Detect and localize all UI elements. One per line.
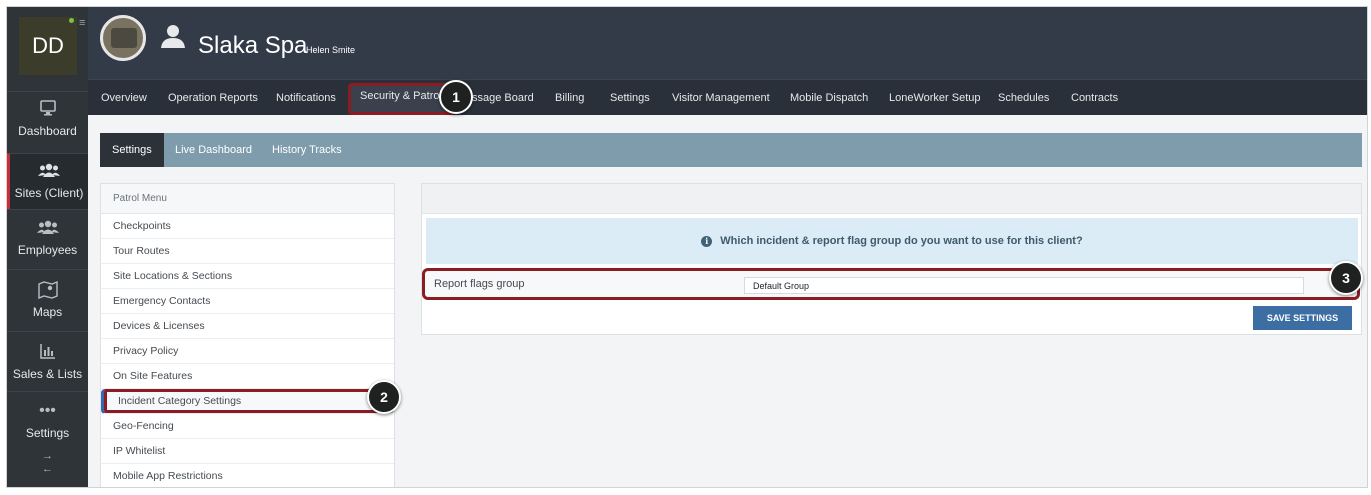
group-icon [10,162,88,180]
map-pin-icon [7,280,88,300]
app-window: DD ≡ Dashboard Sites (Client) Employees [6,6,1368,488]
monitor-icon [7,100,88,118]
subtab-live-dashboard[interactable]: Live Dashboard [163,133,264,167]
tab-security-patrol[interactable]: Security & Patrol [348,83,454,115]
sidebar-item-employees[interactable]: Employees [7,209,88,269]
info-icon: i [701,236,713,247]
callout-badge-3: 3 [1329,261,1363,295]
subtab-settings[interactable]: Settings [100,133,164,167]
save-settings-button[interactable]: SAVE SETTINGS [1253,306,1352,330]
tab-notifications[interactable]: Notifications [276,80,336,116]
subtab-history-tracks[interactable]: History Tracks [260,133,354,167]
sidebar-item-label: Maps [32,305,63,319]
tab-schedules[interactable]: Schedules [998,80,1049,116]
tab-loneworker-setup[interactable]: LoneWorker Setup [889,80,981,116]
sidebar-item-maps[interactable]: Maps [7,269,88,331]
sidebar: DD ≡ Dashboard Sites (Client) Employees [7,7,88,487]
collapse-sidebar-toggle[interactable]: → ← [7,450,88,476]
tab-contracts[interactable]: Contracts [1071,80,1118,116]
sidebar-item-label: Dashboard [18,124,77,138]
user-icon [160,23,186,49]
sidebar-item-label: Sites (Client) [14,186,84,200]
bar-chart-icon [7,343,88,361]
settings-panel: i Which incident & report flag group do y… [421,183,1362,335]
patrol-item-incident-category-settings[interactable]: Incident Category Settings [101,389,394,414]
patrol-item-site-locations[interactable]: Site Locations & Sections [101,264,394,289]
dots-icon: ••• [39,402,56,419]
tab-billing[interactable]: Billing [555,80,584,116]
patrol-menu-title: Patrol Menu [101,184,394,214]
patrol-menu: Patrol Menu Checkpoints Tour Routes Site… [100,183,395,487]
info-message: Which incident & report flag group do yo… [720,235,1083,247]
group-icon [7,219,88,237]
online-status-dot [69,18,74,23]
header: Slaka Spa Helen Smite [88,7,1367,79]
patrol-item-emergency-contacts[interactable]: Emergency Contacts [101,289,394,314]
tab-operation-reports[interactable]: Operation Reports [168,80,258,116]
arrow-right-icon: → [42,450,53,462]
tab-visitor-management[interactable]: Visitor Management [672,80,770,116]
tab-bar: Overview Operation Reports Notifications… [88,79,1367,116]
site-avatar[interactable] [100,15,146,61]
report-flags-select[interactable]: Default Group [744,277,1304,294]
callout-badge-2: 2 [367,380,401,414]
patrol-item-checkpoints[interactable]: Checkpoints [101,214,394,239]
client-contact-name: Helen Smite [306,45,356,55]
sub-tab-bar: Settings Live Dashboard History Tracks [100,133,1362,167]
callout-badge-1: 1 [439,80,473,114]
tab-overview[interactable]: Overview [101,80,147,116]
sidebar-item-dashboard[interactable]: Dashboard [7,91,88,153]
tab-settings[interactable]: Settings [610,80,650,116]
patrol-item-mobile-app-restrictions[interactable]: Mobile App Restrictions [101,464,394,487]
menu-icon[interactable]: ≡ [79,17,85,29]
patrol-item-on-site-features[interactable]: On Site Features [101,364,394,389]
sidebar-item-label: Sales & Lists [12,367,83,381]
sidebar-item-sales[interactable]: Sales & Lists [7,331,88,391]
company-logo[interactable]: DD [19,17,77,75]
report-flags-label: Report flags group [434,278,525,290]
arrow-left-icon: ← [42,463,53,475]
patrol-item-privacy-policy[interactable]: Privacy Policy [101,339,394,364]
sidebar-item-settings[interactable]: ••• Settings [7,391,88,449]
page-title: Slaka Spa [198,32,308,59]
tab-message-board[interactable]: ssage Board [472,80,534,116]
sidebar-item-sites[interactable]: Sites (Client) [7,153,88,209]
tab-mobile-dispatch[interactable]: Mobile Dispatch [790,80,868,116]
sidebar-item-label: Settings [25,426,70,440]
report-flags-row: Report flags group Default Group [422,268,1360,300]
patrol-item-geo-fencing[interactable]: Geo-Fencing [101,414,394,439]
patrol-item-devices-licenses[interactable]: Devices & Licenses [101,314,394,339]
panel-header [422,184,1361,214]
info-alert: i Which incident & report flag group do y… [426,218,1358,264]
sidebar-item-label: Employees [17,243,78,257]
patrol-item-ip-whitelist[interactable]: IP Whitelist [101,439,394,464]
patrol-item-tour-routes[interactable]: Tour Routes [101,239,394,264]
